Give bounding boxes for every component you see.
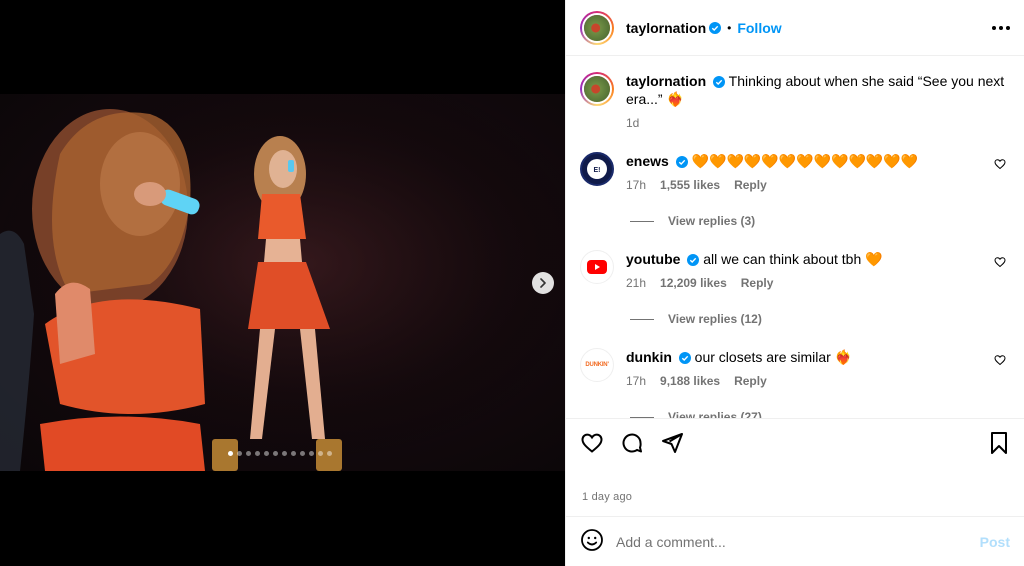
comment-icon[interactable] xyxy=(620,431,644,455)
view-replies-button[interactable]: View replies (12) xyxy=(630,312,1010,326)
carousel-dot xyxy=(273,451,278,456)
comment-username[interactable]: dunkin xyxy=(626,349,672,365)
reply-button[interactable]: Reply xyxy=(741,276,774,290)
post-photo xyxy=(0,94,565,471)
carousel-dot xyxy=(264,451,269,456)
author-avatar[interactable] xyxy=(580,10,614,45)
comment-age: 21h xyxy=(626,276,647,290)
carousel-dot xyxy=(291,451,296,456)
post-header: taylornation • Follow xyxy=(566,0,1024,56)
carousel-dot xyxy=(255,451,260,456)
comment-likes[interactable]: 9,188 likes xyxy=(660,374,720,388)
carousel-dot xyxy=(309,451,314,456)
comment-age: 17h xyxy=(626,374,647,388)
post-timestamp: 1 day ago xyxy=(582,491,633,503)
follow-button[interactable]: Follow xyxy=(737,20,781,36)
comment-item: DUNKIN' dunkin our closets are similar ❤… xyxy=(580,348,1010,388)
view-replies-button[interactable]: View replies (3) xyxy=(630,214,1010,228)
post-sidebar: taylornation • Follow taylornation Think… xyxy=(565,0,1024,566)
caption-age: 1d xyxy=(626,116,640,130)
comments-section: taylornation Thinking about when she sai… xyxy=(566,56,1024,418)
verified-badge-icon xyxy=(678,352,691,364)
carousel-dot xyxy=(300,451,305,456)
verified-badge-icon xyxy=(687,254,700,266)
post-media xyxy=(0,0,565,566)
comment-text: our closets are similar ❤️‍🔥 xyxy=(694,349,853,365)
reply-button[interactable]: Reply xyxy=(734,178,767,192)
post-actions: 1 day ago xyxy=(566,418,1024,516)
caption-username[interactable]: taylornation xyxy=(626,73,706,89)
emoji-icon[interactable] xyxy=(580,528,604,555)
like-comment-heart-icon[interactable] xyxy=(994,354,1006,366)
youtube-avatar[interactable] xyxy=(580,250,614,284)
caption: taylornation Thinking about when she sai… xyxy=(580,72,1010,130)
heart-icon[interactable] xyxy=(580,431,604,455)
enews-avatar[interactable]: E! xyxy=(580,152,614,186)
verified-badge-icon xyxy=(675,156,688,168)
chevron-right-icon xyxy=(540,278,546,288)
like-comment-heart-icon[interactable] xyxy=(994,158,1006,170)
comment-username[interactable]: youtube xyxy=(626,251,680,267)
carousel-dot xyxy=(327,451,332,456)
reply-button[interactable]: Reply xyxy=(734,374,767,388)
comment-text: all we can think about tbh 🧡 xyxy=(703,251,883,267)
comment-age: 17h xyxy=(626,178,647,192)
author-username[interactable]: taylornation xyxy=(626,20,706,36)
view-replies-button[interactable]: View replies (27) xyxy=(630,410,1010,418)
carousel-dot xyxy=(318,451,323,456)
bookmark-icon[interactable] xyxy=(988,431,1010,455)
more-options-icon[interactable] xyxy=(992,22,1010,34)
comment-text: 🧡🧡🧡🧡🧡🧡🧡🧡🧡🧡🧡🧡🧡 xyxy=(691,153,919,169)
verified-badge-icon xyxy=(709,21,722,34)
caption-avatar[interactable] xyxy=(580,72,614,106)
comment-likes[interactable]: 1,555 likes xyxy=(660,178,720,192)
comment-likes[interactable]: 12,209 likes xyxy=(660,276,727,290)
post-comment-button[interactable]: Post xyxy=(980,534,1010,550)
comment-item: E! enews 🧡🧡🧡🧡🧡🧡🧡🧡🧡🧡🧡🧡🧡 17h 1,555 likes R… xyxy=(580,152,1010,192)
carousel-dot xyxy=(237,451,242,456)
carousel-dot xyxy=(246,451,251,456)
comment-input[interactable] xyxy=(616,533,980,550)
comment-item: youtube all we can think about tbh 🧡 21h… xyxy=(580,250,1010,290)
carousel-indicator xyxy=(228,451,332,456)
comment-username[interactable]: enews xyxy=(626,153,669,169)
svg-text:E!: E! xyxy=(594,167,601,174)
instagram-post-view: taylornation • Follow taylornation Think… xyxy=(0,0,1024,566)
separator-dot: • xyxy=(727,20,732,35)
like-comment-heart-icon[interactable] xyxy=(994,256,1006,268)
carousel-dot xyxy=(228,451,233,456)
dunkin-avatar[interactable]: DUNKIN' xyxy=(580,348,614,382)
comment-composer: Post xyxy=(566,516,1024,566)
next-slide-button[interactable] xyxy=(532,272,554,294)
carousel-dot xyxy=(282,451,287,456)
verified-badge-icon xyxy=(713,76,726,88)
share-icon[interactable] xyxy=(660,431,684,455)
